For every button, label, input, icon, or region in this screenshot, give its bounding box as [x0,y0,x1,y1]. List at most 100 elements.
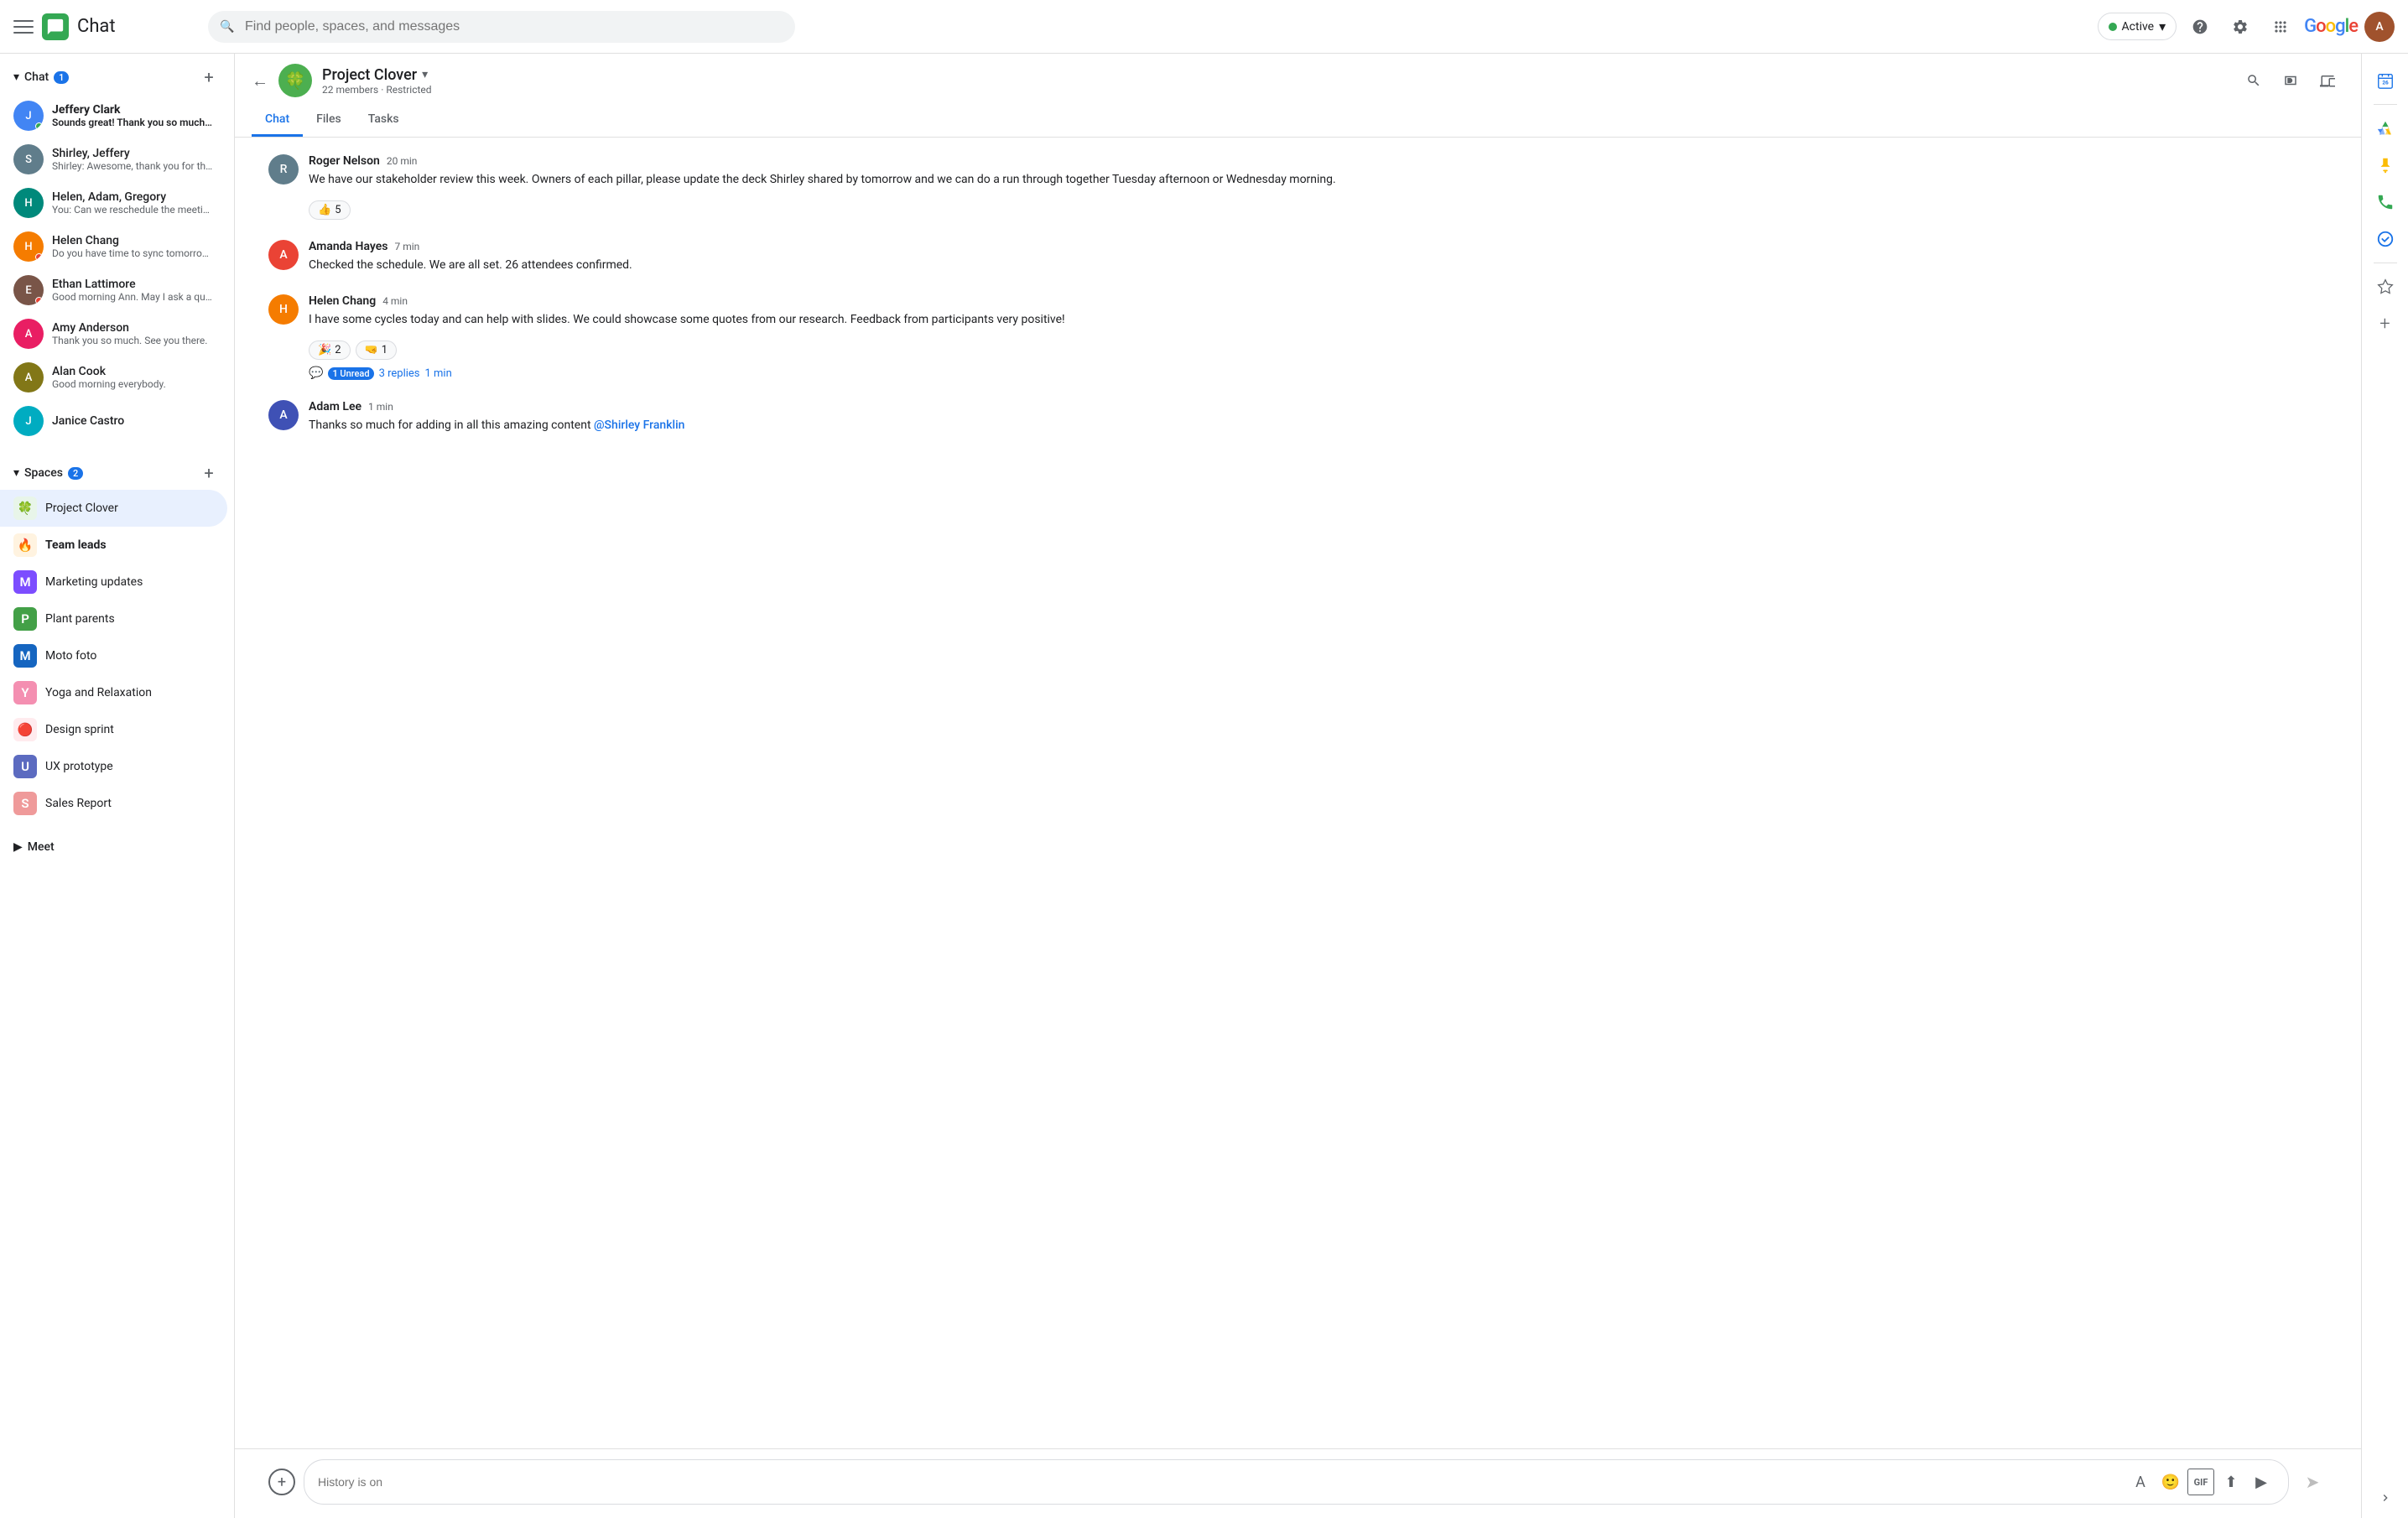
chat-item-preview: Good morning everybody. [52,378,214,390]
settings-icon[interactable] [2223,10,2257,44]
space-item-project-clover[interactable]: 🍀 Project Clover [0,490,227,527]
active-status-button[interactable]: Active ▾ [2098,13,2177,40]
hamburger-menu[interactable] [13,17,34,37]
search-icon: 🔍 [220,20,234,34]
message-content: Helen Chang 4 min I have some cycles tod… [309,294,2327,380]
message-time: 4 min [382,295,408,307]
search-button[interactable] [2237,64,2270,97]
topbar: Chat 🔍 Active ▾ Google A [0,0,2408,54]
chat-item-ethan-lattimore[interactable]: E Ethan Lattimore Good morning Ann. May … [0,268,227,312]
svg-text:26: 26 [2382,80,2389,86]
separator [2374,104,2397,105]
chat-item-shirley-jeffery[interactable]: S Shirley, Jeffery Shirley: Awesome, tha… [0,138,227,181]
chat-item-info: Janice Castro [52,414,214,428]
tab-tasks[interactable]: Tasks [355,104,413,137]
space-item-moto-foto[interactable]: M Moto foto [0,637,227,674]
message-roger-nelson: R Roger Nelson 20 min We have our stakeh… [268,154,2327,220]
help-icon[interactable] [2183,10,2217,44]
chat-add-button[interactable]: + [197,65,221,89]
video-call-icon[interactable]: ▶ [2248,1469,2275,1495]
avatar: J [13,406,44,436]
google-tasks-icon[interactable] [2369,222,2402,256]
chat-section-label-group: ▾ Chat 1 [13,70,69,84]
space-item-yoga-relaxation[interactable]: Y Yoga and Relaxation [0,674,227,711]
space-item-team-leads[interactable]: 🔥 Team leads [0,527,227,564]
format-text-icon[interactable]: A [2127,1469,2154,1495]
message-time: 1 min [368,401,393,413]
meet-section: ▶ Meet [0,829,234,866]
space-item-ux-prototype[interactable]: U UX prototype [0,748,227,785]
chat-item-helen-chang[interactable]: H Helen Chang Do you have time to sync t… [0,225,227,268]
gif-icon[interactable]: GIF [2187,1469,2214,1495]
spaces-section: ▾ Spaces 2 + 🍀 Project Clover 🔥 Team lea… [0,450,234,829]
chat-item-name: Janice Castro [52,414,214,428]
reaction-thumbsup[interactable]: 👍 5 [309,200,351,220]
spaces-add-button[interactable]: + [197,461,221,485]
space-icon: 🍀 [13,496,37,520]
message-adam-lee: A Adam Lee 1 min Thanks so much for addi… [268,400,2327,434]
space-icon: S [13,792,37,815]
chat-item-amy-anderson[interactable]: A Amy Anderson Thank you so much. See yo… [0,312,227,356]
search-input[interactable] [208,11,795,43]
reaction-party[interactable]: 🎉 2 [309,341,351,360]
chat-item-alan-cook[interactable]: A Alan Cook Good morning everybody. [0,356,227,399]
avatar: E [13,275,44,305]
chat-section-header[interactable]: ▾ Chat 1 + [0,60,234,94]
send-button[interactable]: ➤ [2297,1467,2327,1497]
reply-time: 1 min [425,367,452,380]
space-icon: P [13,607,37,631]
message-input[interactable] [318,1475,2119,1489]
emoji-icon[interactable]: 🙂 [2157,1469,2184,1495]
space-name: UX prototype [45,760,113,773]
input-actions: A 🙂 GIF ⬆ ▶ [2127,1469,2275,1495]
space-item-marketing-updates[interactable]: M Marketing updates [0,564,227,600]
chat-header-actions [2237,64,2344,97]
chat-item-info: Alan Cook Good morning everybody. [52,365,214,390]
apps-icon[interactable] [2264,10,2297,44]
user-avatar[interactable]: A [2364,12,2395,42]
chat-item-janice-castro[interactable]: J Janice Castro [0,399,227,443]
space-item-design-sprint[interactable]: 🔴 Design sprint [0,711,227,748]
tab-chat[interactable]: Chat [252,104,303,137]
upload-icon[interactable]: ⬆ [2218,1469,2244,1495]
sender-name: Adam Lee [309,400,361,413]
google-voice-icon[interactable] [2369,185,2402,219]
chat-item-name: Helen, Adam, Gregory [52,190,214,204]
reaction-fist[interactable]: 🤜 1 [356,341,398,360]
chat-item-jeffery-clark[interactable]: J Jeffery Clark Sounds great! Thank you … [0,94,227,138]
space-name: Sales Report [45,797,112,810]
info-panel-icon[interactable] [2311,64,2344,97]
space-name: Moto foto [45,649,96,663]
spaces-section-header[interactable]: ▾ Spaces 2 + [0,456,234,490]
google-calendar-icon[interactable]: 26 [2369,64,2402,97]
sender-name: Amanda Hayes [309,240,387,253]
back-button[interactable]: ← [252,70,268,91]
mention-shirley[interactable]: @Shirley Franklin [594,418,684,432]
expand-icon[interactable] [2379,1491,2392,1518]
chat-item-helen-adam-gregory[interactable]: H Helen, Adam, Gregory You: Can we resch… [0,181,227,225]
google-keep-icon[interactable] [2369,148,2402,182]
space-name: Marketing updates [45,575,143,589]
app-logo [42,13,69,40]
message-reactions: 👍 5 [309,194,2327,220]
avatar: A [13,319,44,349]
topbar-left: Chat [13,13,198,40]
space-name: Yoga and Relaxation [45,686,152,699]
space-icon: M [13,644,37,668]
chat-item-info: Helen Chang Do you have time to sync tom… [52,234,214,259]
tab-files[interactable]: Files [303,104,355,137]
app-title: Chat [77,16,116,37]
video-icon[interactable] [2274,64,2307,97]
message-text: Checked the schedule. We are all set. 26… [309,257,2327,274]
add-content-button[interactable]: + [268,1469,295,1495]
message-time: 7 min [394,241,419,252]
space-item-sales-report[interactable]: S Sales Report [0,785,227,822]
add-apps-icon[interactable]: + [2369,307,2402,341]
chat-header-name[interactable]: Project Clover ▾ [322,66,2227,84]
google-drive-icon[interactable] [2369,112,2402,145]
message-thread[interactable]: 💬 1 Unread 3 replies 1 min [309,367,2327,380]
space-item-plant-parents[interactable]: P Plant parents [0,600,227,637]
meet-section-header[interactable]: ▶ Meet [13,835,221,859]
starred-icon[interactable] [2369,270,2402,304]
chat-item-name: Alan Cook [52,365,214,378]
